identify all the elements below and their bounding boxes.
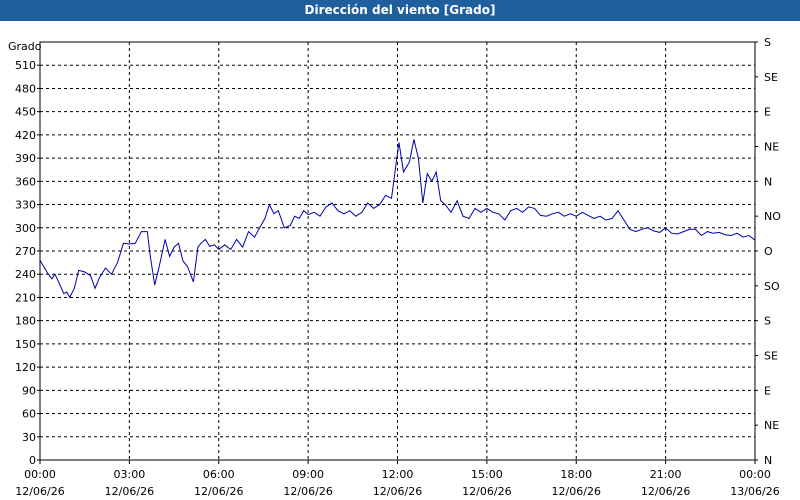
x-tick-time: 12:00 xyxy=(382,468,414,481)
y-right-tick-label: NO xyxy=(764,210,781,223)
x-tick-date: 12/06/26 xyxy=(194,485,243,498)
y-right-tick-label: SO xyxy=(764,280,780,293)
x-tick-date: 12/06/26 xyxy=(105,485,154,498)
y-right-tick-label: NE xyxy=(764,419,779,432)
y-tick-label: 270 xyxy=(15,245,36,258)
y-right-tick-label: SE xyxy=(764,350,778,363)
x-tick-time: 09:00 xyxy=(292,468,324,481)
y-tick-label: 30 xyxy=(22,431,36,444)
x-axis: 00:00 12/06/26 03:00 12/06/26 06:00 12/06/26 0… xyxy=(15,460,780,498)
y-tick-label: 210 xyxy=(15,291,36,304)
y-right-tick-label: N xyxy=(764,175,772,188)
x-tick-date: 13/06/26 xyxy=(730,485,779,498)
y-axis-right: N NE E SE S SO O NO N NE E SE S xyxy=(755,36,781,467)
x-tick-date: 12/06/26 xyxy=(641,485,690,498)
y-tick-label: 360 xyxy=(15,175,36,188)
grid-lines xyxy=(40,42,755,460)
y-axis-left: 0 30 60 90 120 150 180 210 240 270 300 330 360 390 420… xyxy=(15,59,40,467)
y-tick-label: 180 xyxy=(15,315,36,328)
x-tick-time: 03:00 xyxy=(114,468,146,481)
y-right-tick-label: N xyxy=(764,454,772,467)
y-right-tick-label: S xyxy=(764,36,771,49)
y-tick-label: 150 xyxy=(15,338,36,351)
x-tick-time: 00:00 xyxy=(739,468,771,481)
y-tick-label: 90 xyxy=(22,384,36,397)
y-tick-label: 390 xyxy=(15,152,36,165)
y-right-tick-label: E xyxy=(764,384,771,397)
y-tick-label: 480 xyxy=(15,82,36,95)
x-tick-date: 12/06/26 xyxy=(15,485,64,498)
y-tick-label: 300 xyxy=(15,222,36,235)
y-tick-label: 420 xyxy=(15,129,36,142)
y-tick-label: 510 xyxy=(15,59,36,72)
y-right-tick-label: O xyxy=(764,245,773,258)
x-tick-time: 18:00 xyxy=(560,468,592,481)
x-tick-time: 06:00 xyxy=(203,468,235,481)
y-right-tick-label: E xyxy=(764,106,771,119)
x-tick-time: 15:00 xyxy=(471,468,503,481)
y-tick-label: 120 xyxy=(15,361,36,374)
x-tick-time: 00:00 xyxy=(24,468,56,481)
y-tick-label: 0 xyxy=(29,454,36,467)
y-tick-label: 60 xyxy=(22,408,36,421)
y-tick-label: 240 xyxy=(15,268,36,281)
y-right-tick-label: NE xyxy=(764,141,779,154)
chart-canvas: 0 30 60 90 120 150 180 210 240 270 300 330 360 390 420… xyxy=(8,36,781,498)
x-tick-date: 12/06/26 xyxy=(283,485,332,498)
x-tick-date: 12/06/26 xyxy=(373,485,422,498)
x-tick-time: 21:00 xyxy=(650,468,682,481)
y-right-tick-label: S xyxy=(764,315,771,328)
y-right-tick-label: SE xyxy=(764,71,778,84)
x-tick-date: 12/06/26 xyxy=(552,485,601,498)
y-tick-label: 450 xyxy=(15,106,36,119)
y-axis-label: Grado xyxy=(8,40,42,53)
x-tick-date: 12/06/26 xyxy=(462,485,511,498)
y-tick-label: 330 xyxy=(15,199,36,212)
